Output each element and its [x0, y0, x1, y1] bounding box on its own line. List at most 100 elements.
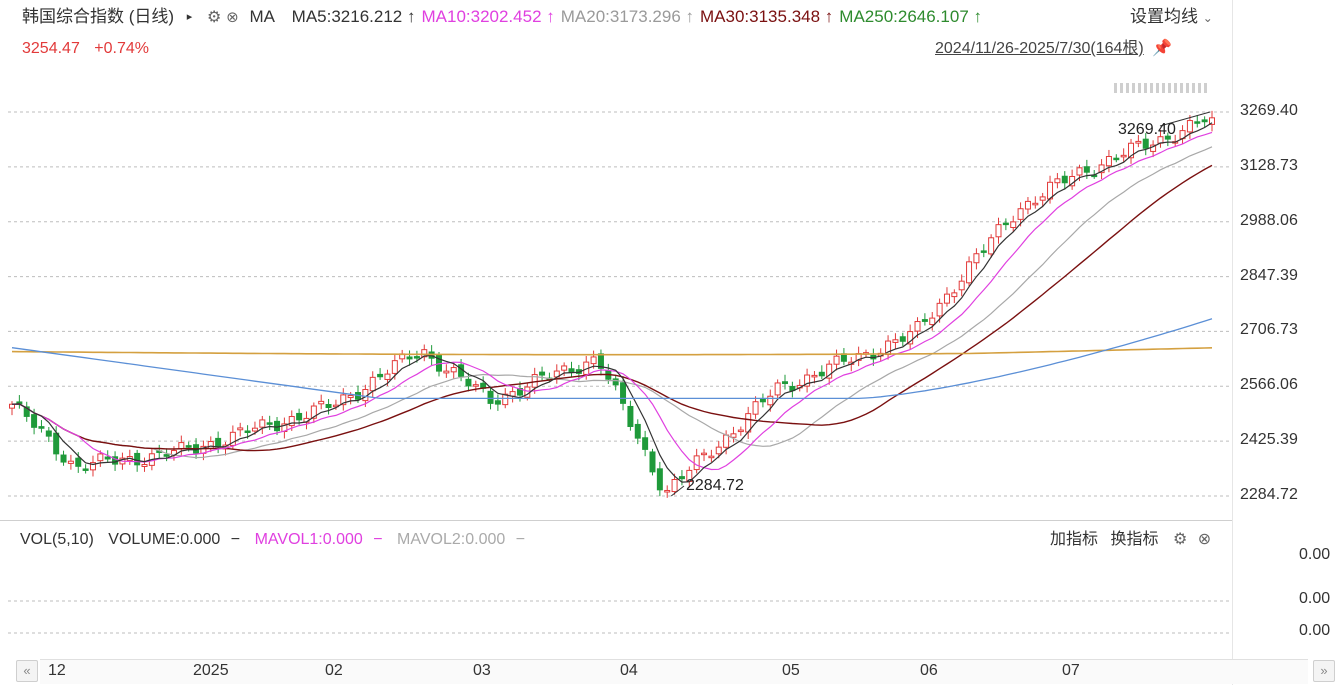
candle-up: [737, 429, 744, 433]
y-tick-label: 2566.06: [1240, 376, 1298, 394]
trend-line-blue: [11, 318, 1213, 400]
candle-up: [207, 441, 214, 449]
candle-down: [377, 373, 384, 378]
marker-tick: [1144, 83, 1147, 93]
candle-up: [237, 427, 244, 431]
y-tick-label: 2988.06: [1240, 211, 1298, 229]
candle-up: [561, 365, 568, 371]
candle-down: [1061, 175, 1068, 184]
marker-tick: [1192, 83, 1195, 93]
candle-up: [1054, 178, 1061, 184]
candle-down: [45, 430, 52, 437]
candle-up: [141, 463, 148, 467]
candle-down: [31, 414, 38, 428]
volume-tick: 0.00: [1299, 546, 1331, 563]
scroll-left-button[interactable]: «: [16, 660, 38, 682]
x-tick-label: 07: [1062, 662, 1080, 679]
candle-down: [274, 420, 281, 432]
candle-up: [671, 479, 678, 493]
candle-down: [649, 451, 656, 473]
candle-down: [818, 371, 825, 377]
candle-up: [664, 489, 671, 493]
marker-tick: [1186, 83, 1189, 93]
candle-up: [318, 400, 325, 405]
candle-up: [936, 302, 943, 317]
marker-tick: [1138, 83, 1141, 93]
candle-up: [347, 395, 354, 399]
y-tick-label: 2706.73: [1240, 321, 1298, 339]
candle-up: [384, 373, 391, 380]
candle-up: [774, 382, 781, 396]
candle-down: [612, 378, 619, 386]
marker-tick: [1150, 83, 1153, 93]
scroll-right-button[interactable]: »: [1313, 660, 1335, 682]
y-tick-label: 2847.39: [1240, 266, 1298, 284]
candle-down: [82, 468, 89, 471]
low-annotation: 2284.72: [686, 477, 744, 494]
volume-tick: 0.00: [1299, 590, 1331, 607]
candle-down: [782, 381, 789, 385]
candle-up: [1076, 167, 1083, 176]
candle-down: [296, 412, 303, 421]
candle-up: [693, 455, 700, 471]
candle-down: [104, 456, 111, 460]
candle-down: [413, 356, 420, 359]
candle-up: [1017, 208, 1024, 220]
high-annotation: 3269.40: [1118, 121, 1176, 138]
marker-tick: [1162, 83, 1165, 93]
candle-up: [701, 452, 708, 456]
candle-up: [943, 293, 950, 304]
candle-up: [892, 339, 899, 343]
x-tick-label: 12: [48, 662, 66, 679]
candle-down: [215, 437, 222, 448]
candle-up: [767, 395, 774, 406]
candle-up: [369, 376, 376, 392]
candle-up: [715, 446, 722, 455]
candle-down: [539, 371, 546, 376]
x-tick-label: 02: [325, 662, 343, 679]
candle-up: [995, 224, 1002, 238]
candle-down: [899, 336, 906, 342]
candle-up: [1032, 202, 1039, 206]
candle-up: [752, 401, 759, 415]
candle-up: [1024, 200, 1031, 210]
y-tick-label: 2284.72: [1240, 486, 1298, 503]
candle-up: [833, 355, 840, 365]
x-tick-label: 05: [782, 662, 800, 679]
candle-up: [988, 237, 995, 255]
candle-up: [67, 460, 74, 464]
marker-tick: [1174, 83, 1177, 93]
marker-tick: [1126, 83, 1129, 93]
candle-down: [75, 457, 82, 467]
volume-chart[interactable]: [0, 521, 1232, 659]
candle-down: [487, 390, 494, 404]
candle-down: [406, 356, 413, 360]
candle-down: [163, 454, 170, 457]
time-scrollbar[interactable]: [40, 659, 1308, 684]
x-tick-label: 06: [920, 662, 938, 679]
candle-up: [251, 427, 258, 432]
marker-tick: [1168, 83, 1171, 93]
candle-up: [723, 434, 730, 448]
candle-up: [1120, 154, 1127, 158]
candle-down: [1113, 157, 1120, 161]
candle-up: [1186, 120, 1193, 133]
y-tick-label: 3269.40: [1240, 102, 1298, 119]
candle-down: [185, 445, 192, 448]
candle-up: [958, 280, 965, 291]
x-tick-label: 04: [620, 662, 638, 679]
candle-up: [97, 453, 104, 462]
candle-down: [921, 319, 928, 322]
candlestick-chart[interactable]: 3269.40 2284.72: [0, 0, 1232, 520]
candle-down: [53, 432, 60, 455]
marker-tick: [1180, 83, 1183, 93]
marker-tick: [1120, 83, 1123, 93]
marker-tick: [1204, 83, 1207, 93]
candle-up: [288, 416, 295, 427]
candle-down: [759, 398, 766, 403]
axis-separator: [1232, 0, 1233, 685]
x-tick-label: 03: [473, 662, 491, 679]
ma250-line: [11, 347, 1213, 356]
candle-down: [244, 430, 251, 434]
candle-up: [708, 455, 715, 459]
